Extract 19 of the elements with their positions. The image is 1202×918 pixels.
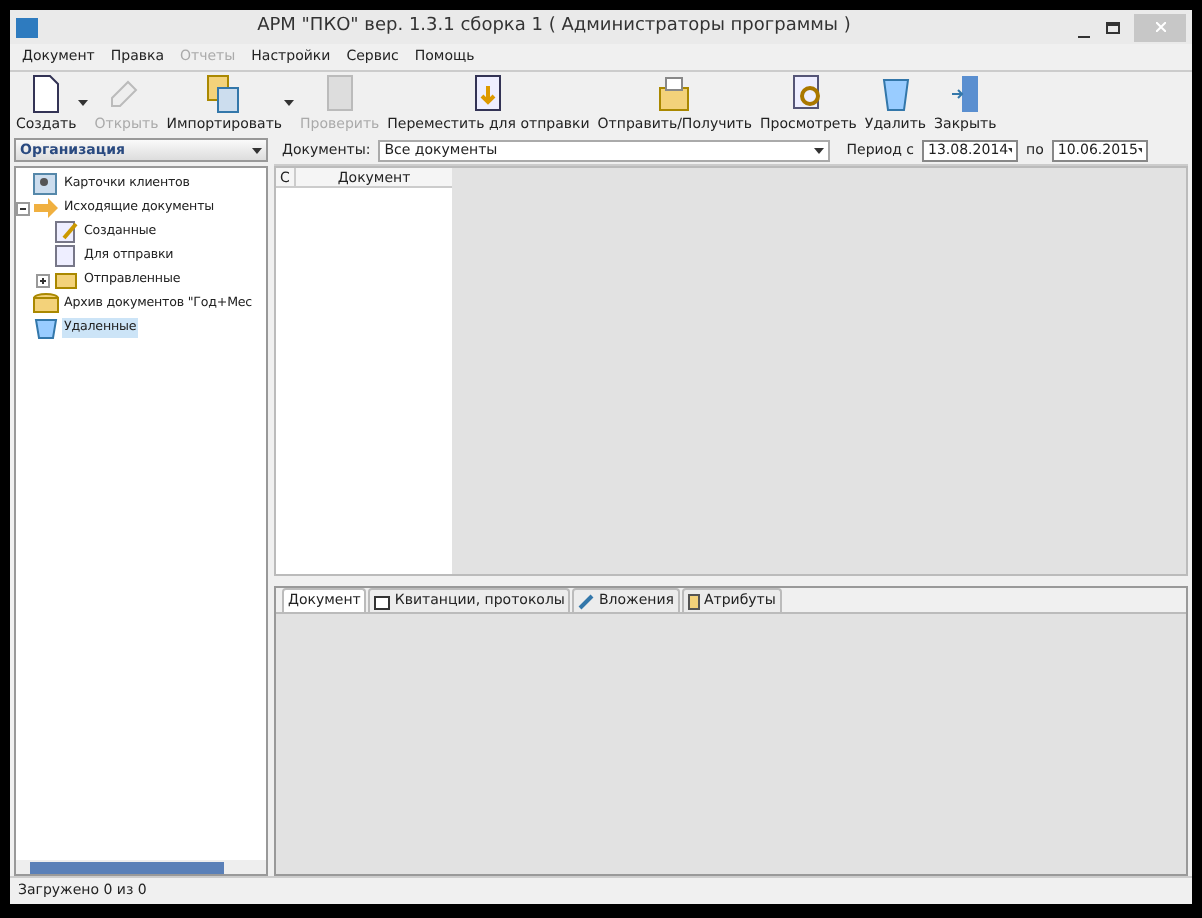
- person-card-icon: [32, 172, 60, 196]
- expand-icon[interactable]: [36, 273, 50, 287]
- trash-icon: [877, 73, 914, 113]
- database-icon: [32, 292, 60, 316]
- document-icon: [374, 593, 391, 609]
- arrow-icon: [32, 196, 60, 220]
- app-icon: [16, 17, 38, 37]
- collapse-icon[interactable]: [16, 201, 30, 215]
- document-icon: [52, 244, 80, 268]
- close-icon: [1155, 22, 1165, 32]
- paperclip-icon: [578, 593, 595, 609]
- trash-icon: [32, 316, 60, 340]
- import-icon: [206, 73, 243, 113]
- pencil-document-icon: [52, 220, 80, 244]
- door-icon: [947, 73, 984, 113]
- document-icon: [28, 73, 65, 113]
- window-title: АРМ "ПКО" вер. 1.3.1 сборка 1 ( Администраторы программы ): [255, 13, 853, 40]
- horizontal-scrollbar[interactable]: [16, 860, 266, 874]
- attribute-icon: [687, 593, 700, 609]
